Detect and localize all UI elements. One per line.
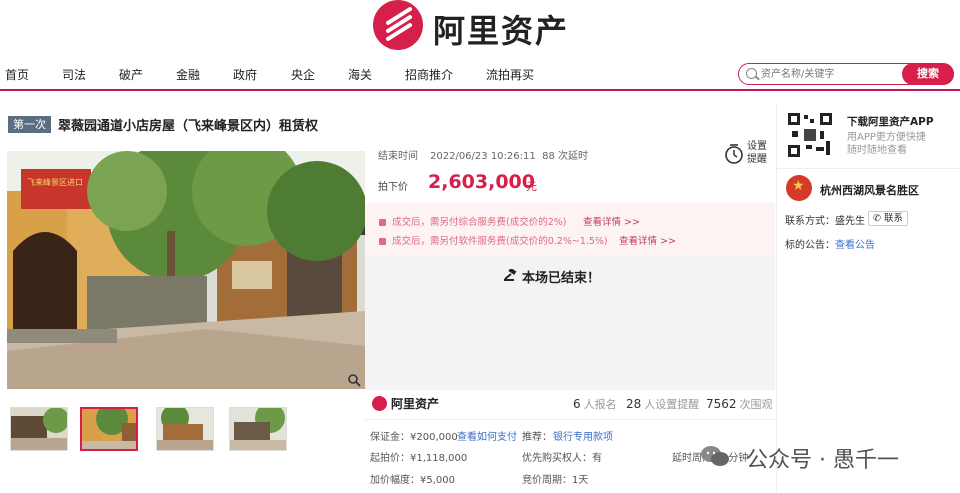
final-price: 2,603,000 [428,171,535,193]
views-stat: 7562 次围观 [706,397,773,411]
ali-assets-small-logo-icon [372,396,387,411]
gavel-icon [504,269,517,281]
watermark-text: 公众号 · 愚千一 [746,448,899,473]
app-description: 用APP更方便快捷 随时随地查看 [847,132,926,156]
gate-sign: 飞来峰景区进口 [27,177,83,187]
start-price-row: 起拍价：¥1,118,000 [370,453,468,464]
fee-line-1: 成交后，需另付综合服务费(成交价的2%) [379,214,566,228]
contact-button[interactable]: ✆ 联系 [868,211,909,226]
nav-divider [0,89,960,91]
nav-item-bankruptcy[interactable]: 破产 [119,66,143,83]
zoom-icon[interactable] [348,374,361,387]
nav-item-judicial[interactable]: 司法 [62,66,86,83]
reminder-label: 设置 提醒 [747,141,767,165]
nav-item-soe[interactable]: 央企 [291,66,315,83]
nav-item-government[interactable]: 政府 [233,66,257,83]
set-reminder-button[interactable]: 设置 提醒 [724,140,768,170]
price-unit: 元 [526,180,537,193]
brand-name: 阿里资产 [391,397,440,411]
nav-item-failed-resale[interactable]: 流拍再买 [486,66,534,83]
contact-info: 联系方式：盛先生 [785,216,865,227]
thumbnail-2[interactable] [80,407,138,451]
signup-stat: 6 人报名 [573,397,617,411]
increment-row: 加价幅度：¥5,000 [370,475,455,486]
view-announcement-link[interactable]: 查看公告 [835,240,875,251]
deposit-row: 保证金：¥200,000 [370,432,458,443]
fee-detail-link-2[interactable]: 查看详情 >> [619,233,676,247]
thumbnail-4[interactable] [229,407,287,451]
search-input[interactable] [761,66,901,82]
fee-notice: 成交后，需另付综合服务费(成交价的2%) 查看详情 >> 成交后，需另付软件服务… [365,203,775,257]
auction-ended-text: 本场已结束！ [522,271,601,286]
wechat-icon [701,446,729,466]
app-qr-code-icon[interactable] [786,111,834,159]
page-title: 翠薇园通道小店房屋（飞来峰景区内）租赁权 [58,119,319,134]
recommend-label: 推荐： [522,432,552,443]
thumbnail-3[interactable] [156,407,214,451]
government-emblem-icon [786,175,812,201]
nav-item-home[interactable]: 首页 [5,66,29,83]
download-app-title[interactable]: 下载阿里资产APP [847,114,934,129]
search-icon [746,68,757,79]
announcement-row: 标的公告：查看公告 [785,240,875,251]
stats-row: 阿里资产 6 人报名 28 人设置提醒 7562 次围观 [365,390,775,420]
auction-round-badge: 第一次 [8,116,51,133]
nav-item-customs[interactable]: 海关 [348,66,372,83]
organization-name[interactable]: 杭州西湖风景名胜区 [820,182,919,198]
bank-payment-link[interactable]: 银行专用款项 [553,428,613,443]
final-price-label: 拍下价 [378,182,408,193]
phone-icon: ✆ [873,213,881,224]
thumbnail-1[interactable] [10,407,68,451]
how-to-pay-link[interactable]: 查看如何支付 [457,428,517,443]
ali-assets-logo-icon[interactable] [373,0,423,50]
auction-ended-panel: 本场已结束！ [365,257,775,390]
fee-line-2: 成交后，需另付软件服务费(成交价的0.2%~1.5%) [379,233,608,247]
nav-item-investment[interactable]: 招商推介 [405,66,453,83]
logo-text[interactable]: 阿里资产 [433,6,569,52]
fee-icon [379,238,386,245]
clock-icon [725,144,743,164]
nav-item-finance[interactable]: 金融 [176,66,200,83]
end-time-label: 结束时间 [378,151,418,162]
priority-buyer-row: 优先购买权人：有 [522,453,602,464]
main-photo[interactable]: 飞来峰景区进口 [7,151,365,389]
reminder-stat: 28 人设置提醒 [626,397,700,411]
search-button[interactable]: 搜索 [902,63,954,85]
temple-entrance-image: 飞来峰景区进口 [7,151,365,389]
bidding-cycle-row: 竞价周期：1天 [522,475,589,486]
right-sidebar [776,104,960,493]
sidebar-divider [776,168,960,169]
fee-icon [379,219,386,226]
fee-detail-link-1[interactable]: 查看详情 >> [583,214,640,228]
logo-row: 阿里资产 [0,0,960,56]
end-time-value: 2022/06/23 10:26:11 88 次延时 [430,151,589,162]
